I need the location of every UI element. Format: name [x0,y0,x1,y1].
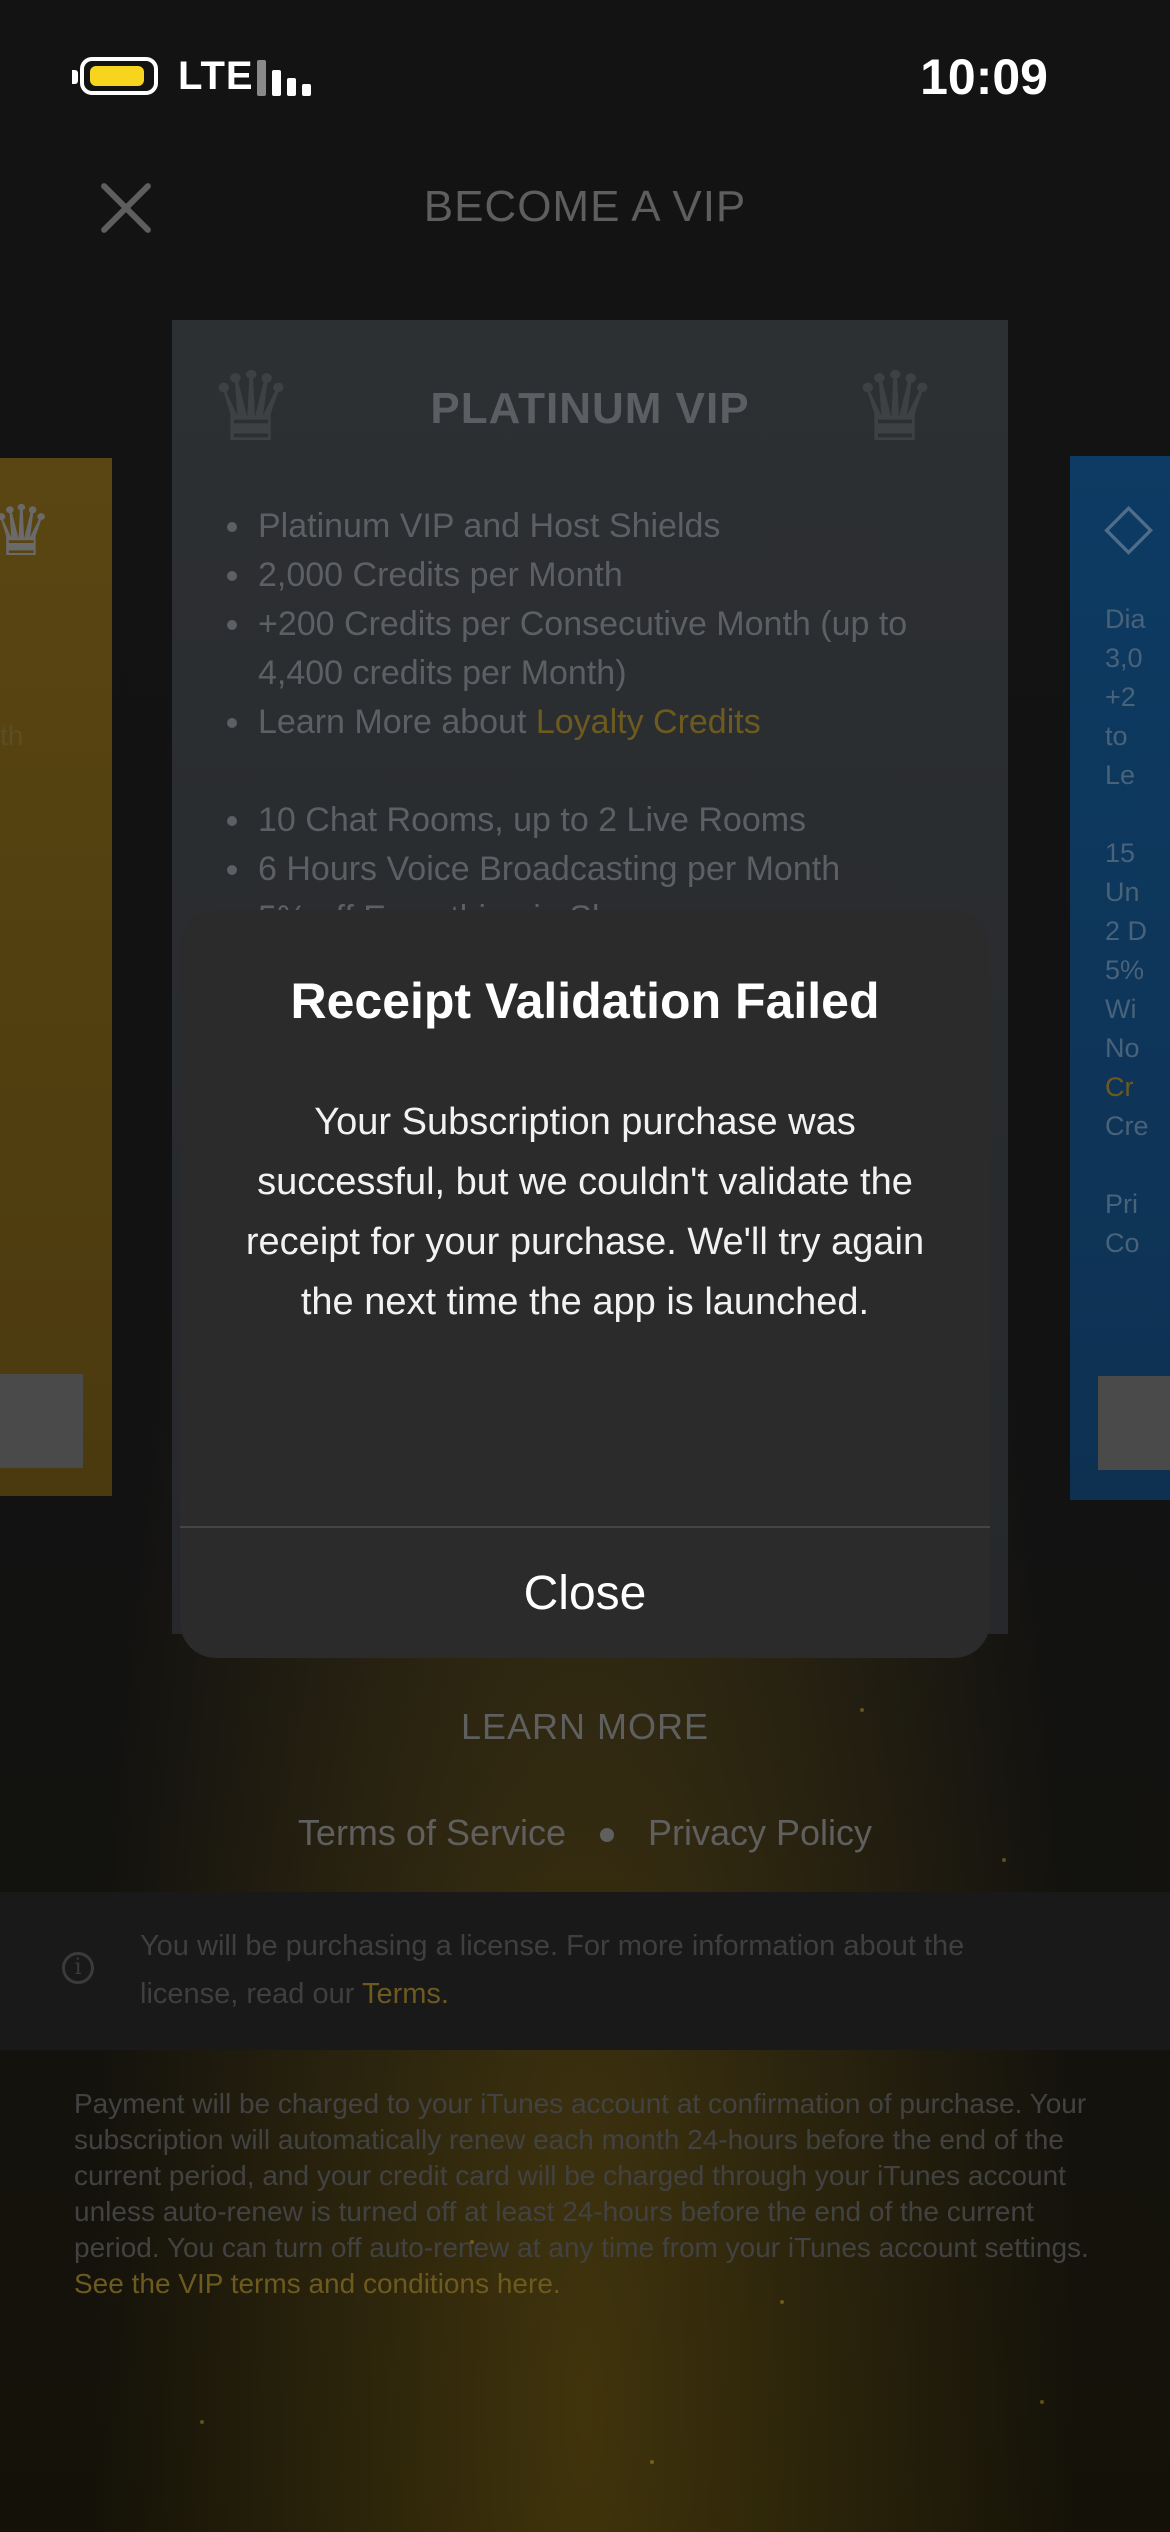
battery-tip [72,70,78,84]
sparkle [1040,2400,1044,2404]
card-text-fragment: th [0,720,24,751]
alert-dialog: Receipt Validation Failed Your Subscript… [180,910,990,1658]
feature-item: Platinum VIP and Host Shields [254,502,994,551]
diamond-icon: ◇ [1104,489,1154,561]
terms-of-service-link[interactable]: Terms of Service [298,1812,566,1853]
feature-item: 6 Hours Voice Broadcasting per Month [254,845,994,894]
carrier-label: LTE [178,54,254,98]
battery-icon [80,57,158,95]
card-title: PLATINUM VIP [430,384,750,433]
sparkle [650,2460,654,2464]
alert-close-button[interactable]: Close [180,1528,990,1658]
subscription-fine-print: Payment will be charged to your iTunes a… [74,2088,1089,2299]
license-info-text: You will be purchasing a license. For mo… [140,1930,965,2010]
signal-icon [257,60,319,96]
feature-item: 2,000 Credits per Month [254,551,994,600]
alert-message: Your Subscription purchase was successfu… [245,1101,925,1323]
feature-item: +200 Credits per Consecutive Month (up t… [254,600,994,698]
crown-icon: ♛ [0,492,53,570]
sparkle [1002,1858,1006,1862]
feature-list: Platinum VIP and Host Shields 2,000 Cred… [222,502,994,943]
vip-card-gold[interactable] [0,458,112,1496]
diamond-subscribe-button[interactable] [1098,1376,1170,1470]
separator-dot [600,1828,614,1843]
alert-title: Receipt Validation Failed [290,973,880,1029]
feature-item: 10 Chat Rooms, up to 2 Live Rooms [254,796,994,845]
gold-subscribe-button[interactable] [0,1374,83,1468]
learn-more-link[interactable]: LEARN MORE [0,1706,1170,1748]
clock: 10:09 [920,49,1048,105]
loyalty-credits-link[interactable]: Loyalty Credits [536,703,761,741]
card-text-fragments: Dia 3,0 +2 to Le 15 Un 2 D 5% Wi No Cr C… [1105,604,1149,1258]
sparkle [200,2420,204,2424]
legal-links: Terms of Service Privacy Policy [0,1812,1170,1854]
feature-item: Learn More about Loyalty Credits [254,698,994,747]
privacy-policy-link[interactable]: Privacy Policy [648,1812,872,1853]
status-bar: LTE 10:09 [0,0,1170,150]
page-title: BECOME A VIP [423,182,747,231]
vip-terms-link[interactable]: See the VIP terms and conditions here. [74,2268,561,2299]
info-icon: i [62,1952,94,1984]
terms-link[interactable]: Terms. [362,1978,449,2010]
